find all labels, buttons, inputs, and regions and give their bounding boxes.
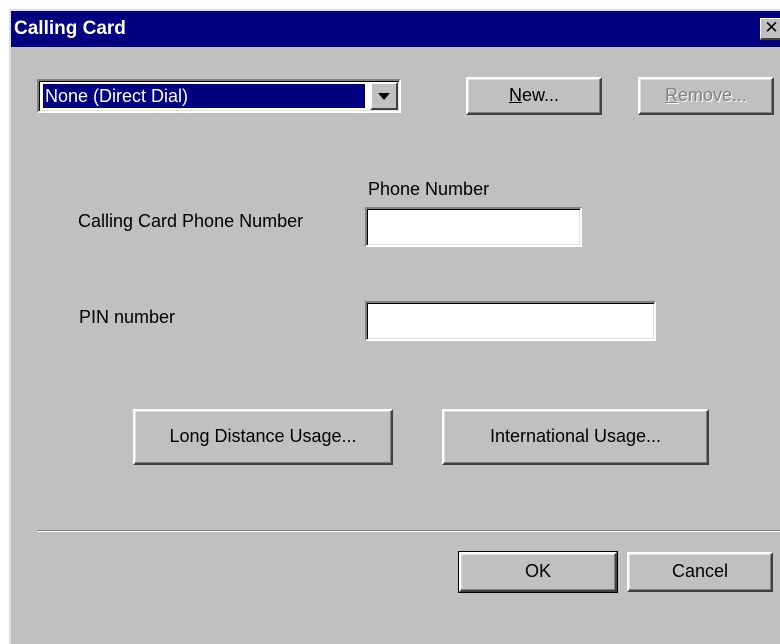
remove-button-label: emove... — [677, 85, 748, 105]
chevron-down-icon — [378, 93, 390, 100]
new-button-label: ew... — [521, 85, 560, 105]
long-distance-usage-label: Long Distance Usage... — [169, 426, 357, 446]
ok-button[interactable]: OK — [458, 551, 618, 593]
international-usage-label: International Usage... — [489, 426, 662, 446]
remove-button-accel: R — [664, 85, 678, 105]
ok-button-label: OK — [524, 561, 551, 581]
new-button-accel: N — [508, 85, 522, 105]
new-button[interactable]: New... — [466, 77, 602, 115]
cancel-button[interactable]: Cancel — [627, 552, 773, 592]
international-usage-button[interactable]: International Usage... — [442, 409, 709, 465]
remove-button[interactable]: Remove... — [638, 77, 774, 115]
dropdown-arrow-button[interactable] — [370, 82, 398, 110]
title-bar: Calling Card ✕ — [11, 11, 780, 47]
phone-number-header: Phone Number — [368, 179, 490, 199]
pin-number-label: PIN number — [79, 307, 176, 327]
calling-card-phone-label: Calling Card Phone Number — [78, 211, 304, 231]
window-title: Calling Card — [14, 18, 126, 39]
close-icon: ✕ — [764, 18, 779, 37]
close-button[interactable]: ✕ — [760, 18, 780, 40]
calling-card-phone-input[interactable] — [365, 207, 582, 247]
calling-card-select[interactable]: None (Direct Dial) — [37, 79, 401, 113]
calling-card-select-value: None (Direct Dial) — [42, 83, 366, 109]
pin-number-input[interactable] — [365, 301, 656, 341]
calling-card-dialog: Calling Card ✕ None (Direct Dial) New...… — [9, 9, 780, 644]
long-distance-usage-button[interactable]: Long Distance Usage... — [133, 409, 393, 465]
cancel-button-label: Cancel — [671, 561, 729, 581]
separator — [38, 530, 780, 532]
